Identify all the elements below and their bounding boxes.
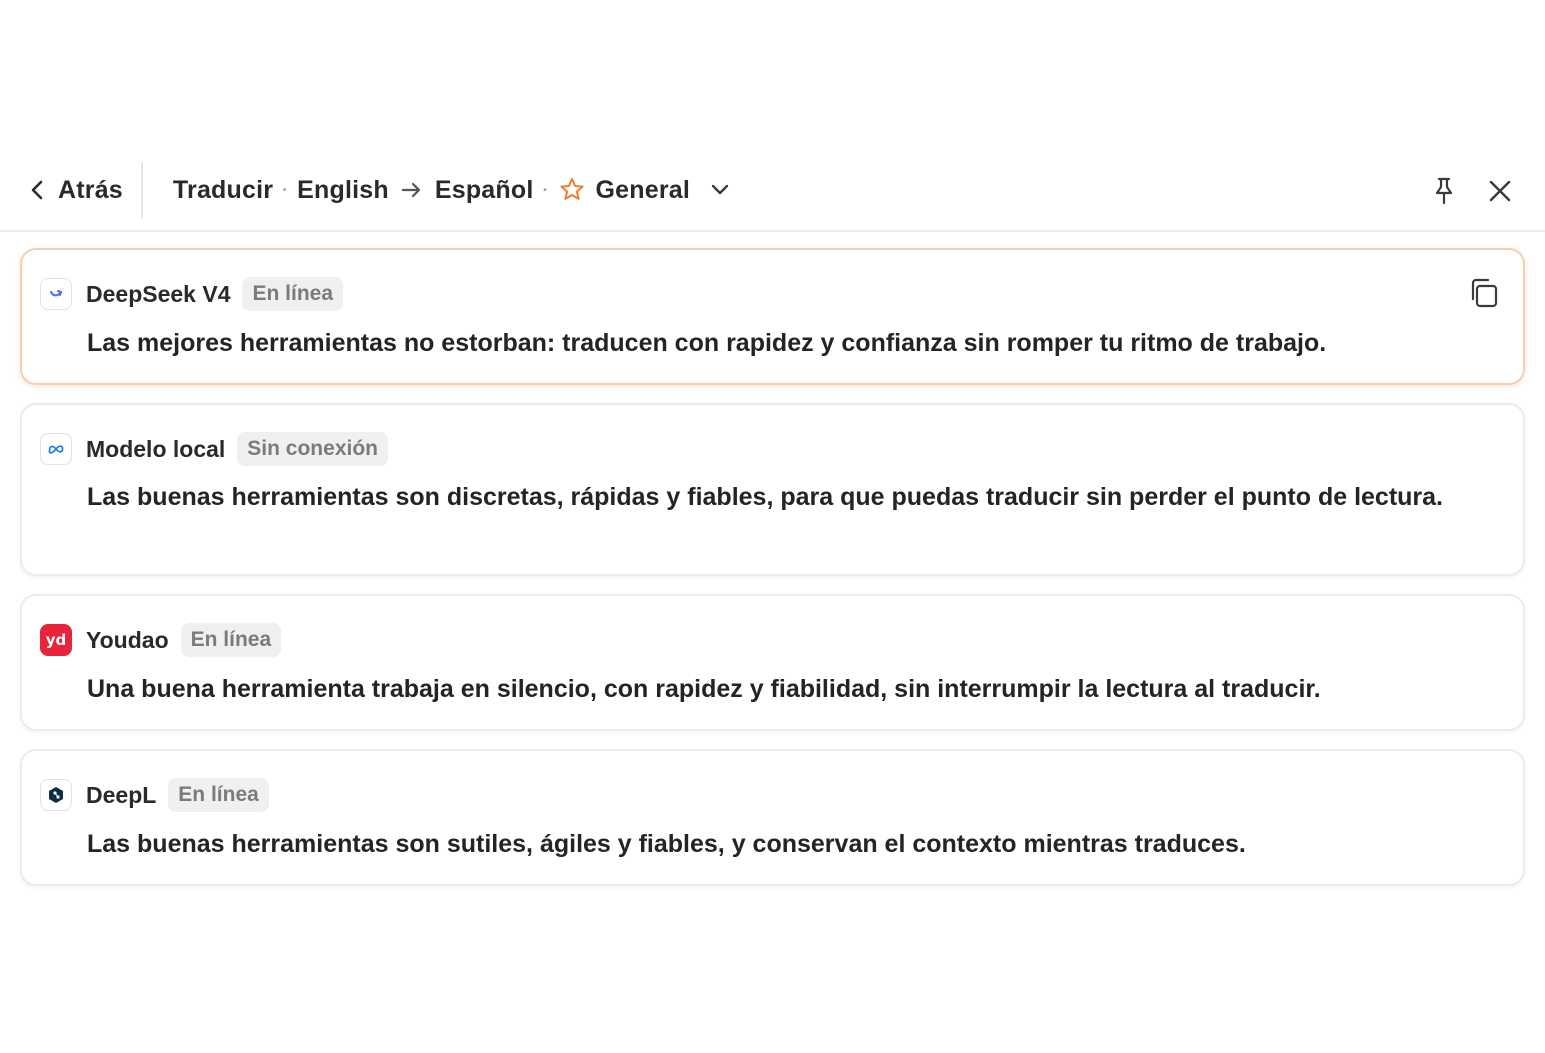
mode-label: Traducir — [172, 175, 274, 204]
chevron-left-icon — [31, 180, 43, 200]
translation-text: Una buena herramienta trabaja en silenci… — [87, 675, 1321, 703]
star-icon — [559, 178, 584, 200]
profile-label: General — [595, 175, 691, 204]
meta-logo-icon — [40, 433, 72, 465]
translation-card[interactable]: yd Youdao En línea Una buena herramienta… — [20, 594, 1525, 731]
card-header: yd Youdao En línea — [40, 620, 282, 660]
provider-name: DeepSeek V4 — [86, 280, 231, 307]
translation-card[interactable]: Modelo local Sin conexión Las buenas her… — [20, 403, 1525, 576]
translation-card[interactable]: DeepSeek V4 En línea Las mejores herrami… — [20, 248, 1525, 385]
back-button[interactable]: Atrás — [0, 162, 143, 218]
close-icon[interactable] — [1487, 176, 1513, 206]
card-header: DeepL En línea — [40, 775, 269, 815]
status-badge: En línea — [180, 623, 282, 657]
translation-text: Las buenas herramientas son sutiles, ági… — [87, 830, 1246, 858]
chevron-down-icon — [711, 184, 729, 195]
status-badge: Sin conexión — [237, 432, 388, 466]
source-language[interactable]: English — [297, 176, 389, 205]
arrow-right-icon — [401, 182, 420, 198]
translation-text: Las buenas herramientas son discretas, r… — [87, 483, 1444, 511]
separator-dot: · — [282, 179, 289, 200]
breadcrumb: Traducir · English Español · General — [173, 176, 730, 205]
status-badge: En línea — [168, 778, 269, 812]
card-header: DeepSeek V4 En línea — [40, 274, 344, 314]
separator-dot: · — [542, 179, 549, 200]
youdao-logo-icon: yd — [40, 624, 72, 656]
translation-card[interactable]: DeepL En línea Las buenas herramientas s… — [20, 749, 1525, 886]
translate-header: Atrás Traducir · English Español · Gener… — [0, 150, 1545, 232]
provider-name: Youdao — [86, 626, 169, 653]
card-header: Modelo local Sin conexión — [40, 429, 388, 469]
provider-name: Modelo local — [86, 435, 226, 462]
deepl-logo-icon — [40, 779, 72, 811]
copy-icon[interactable] — [1467, 276, 1501, 310]
window-controls — [1431, 150, 1513, 232]
translation-text: Las mejores herramientas no estorban: tr… — [87, 329, 1327, 357]
provider-name: DeepL — [86, 781, 157, 808]
status-badge: En línea — [242, 277, 344, 311]
target-language[interactable]: Español — [435, 176, 534, 205]
pin-icon[interactable] — [1431, 176, 1457, 206]
deepseek-logo-icon — [40, 278, 72, 310]
back-label: Atrás — [58, 175, 123, 204]
profile-selector[interactable]: General — [558, 176, 731, 205]
